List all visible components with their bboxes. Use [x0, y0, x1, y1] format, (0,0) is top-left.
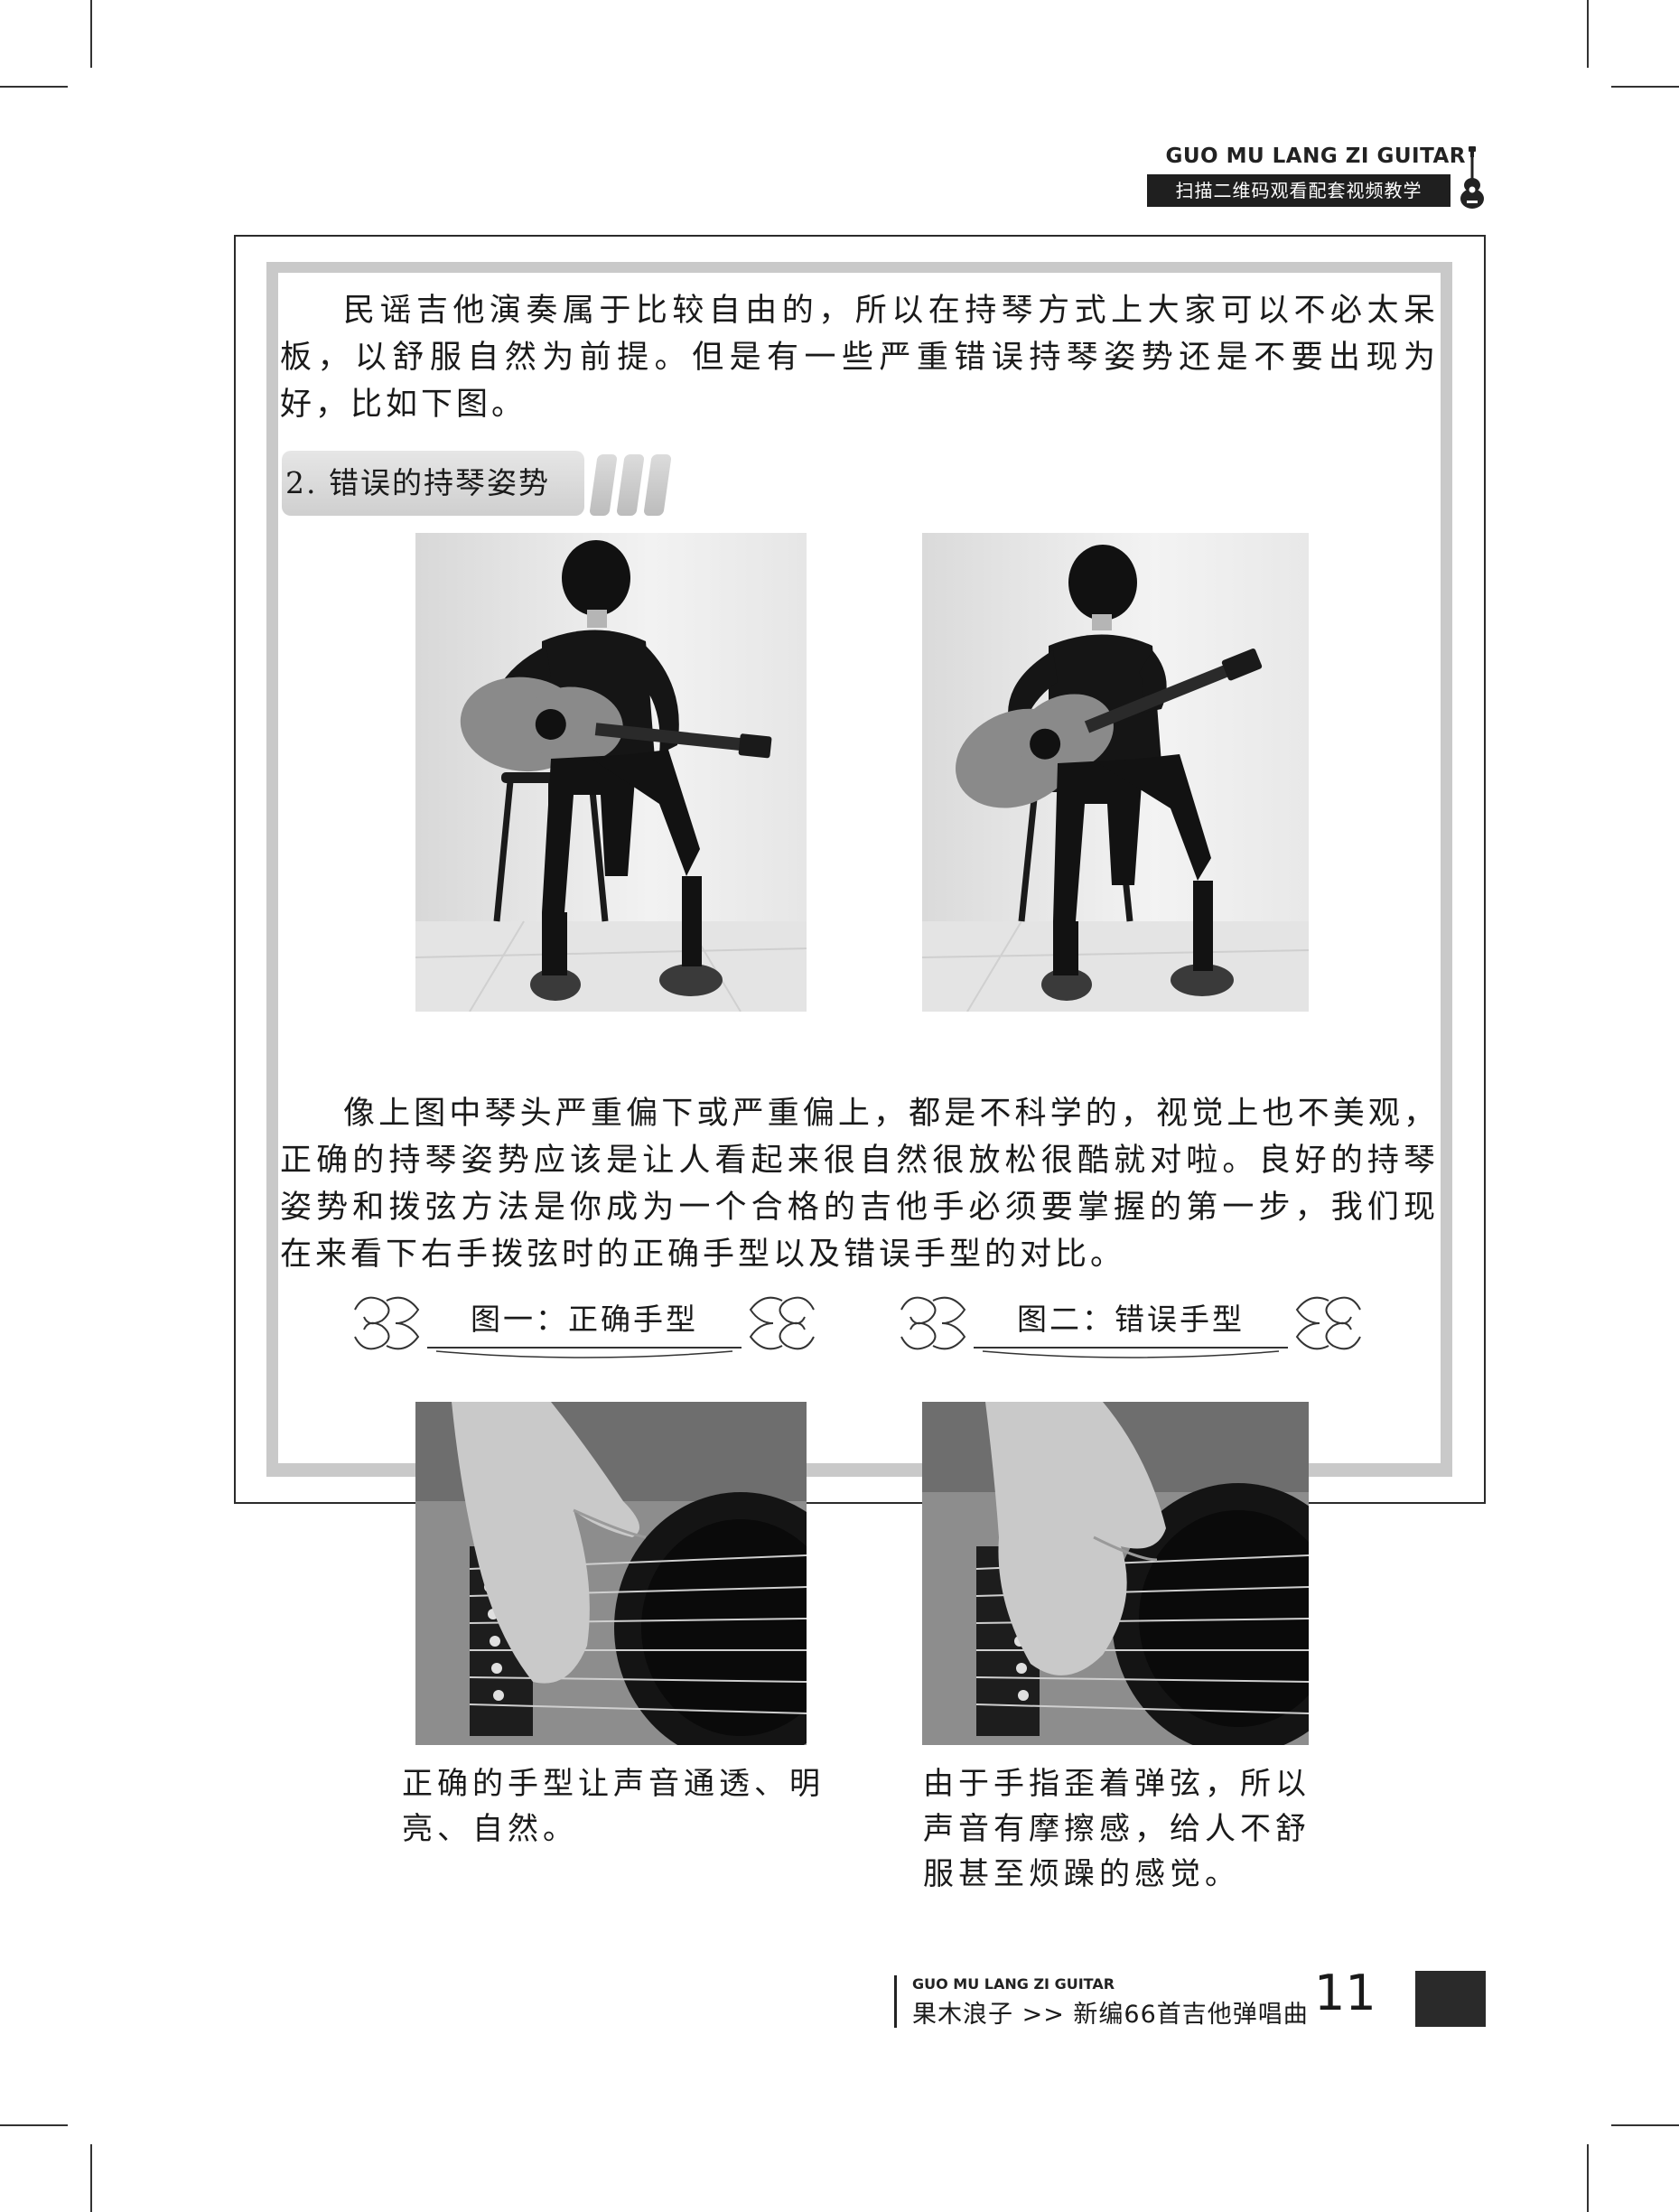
footer-brand: GUO MU LANG ZI GUITAR: [912, 1975, 1115, 1993]
crop-mark: [1587, 0, 1589, 68]
wrong-hand-photo: [922, 1402, 1309, 1745]
correct-hand-photo: [415, 1402, 807, 1745]
figure-label-wrong: 图二：错误手型: [1017, 1302, 1245, 1337]
chevron-decoration: [589, 454, 618, 516]
body-paragraph: 像上图中琴头严重偏下或严重偏上，都是不科学的，视觉上也不美观，正确的持琴姿势应该…: [280, 1096, 1439, 1273]
crop-mark: [1611, 86, 1679, 88]
footer-divider: [894, 1975, 897, 2028]
crop-mark: [90, 0, 92, 68]
intro-paragraph: 民谣吉他演奏属于比较自由的，所以在持琴方式上大家可以不必太呆板，以舒服自然为前提…: [280, 293, 1439, 423]
figure-caption-wrong: 由于手指歪着弹弦，所以声音有摩擦感，给人不舒服甚至烦躁的感觉。: [923, 1766, 1311, 1892]
crop-mark: [90, 2144, 92, 2212]
figure-caption-correct: 正确的手型让声音通透、明亮、自然。: [402, 1766, 825, 1847]
header-subtitle: 扫描二维码观看配套视频教学: [1147, 174, 1450, 207]
figure-label-correct: 图一：正确手型: [471, 1302, 698, 1337]
figure-banner-correct: 图一：正确手型: [346, 1283, 823, 1364]
page-marker-block: [1415, 1971, 1486, 2027]
crop-mark: [1611, 2124, 1679, 2126]
page-number: 11: [1314, 1965, 1376, 2021]
guitar-headstock-too-low-photo: [415, 533, 807, 1012]
section-title: 2. 错误的持琴姿势: [282, 451, 584, 516]
section-heading: 2. 错误的持琴姿势: [282, 451, 672, 516]
guitar-icon: [1460, 146, 1484, 209]
chevron-decoration: [616, 454, 645, 516]
crop-mark: [0, 2124, 68, 2126]
crop-mark: [1587, 2144, 1589, 2212]
crop-mark: [0, 86, 68, 88]
figure-banner-wrong: 图二：错误手型: [892, 1283, 1369, 1364]
header-brand: GUO MU LANG ZI GUITAR: [1165, 145, 1466, 168]
footer-book-title: 果木浪子 >> 新编66首吉他弹唱曲: [912, 2001, 1309, 2029]
guitar-headstock-too-high-photo: [922, 533, 1309, 1012]
